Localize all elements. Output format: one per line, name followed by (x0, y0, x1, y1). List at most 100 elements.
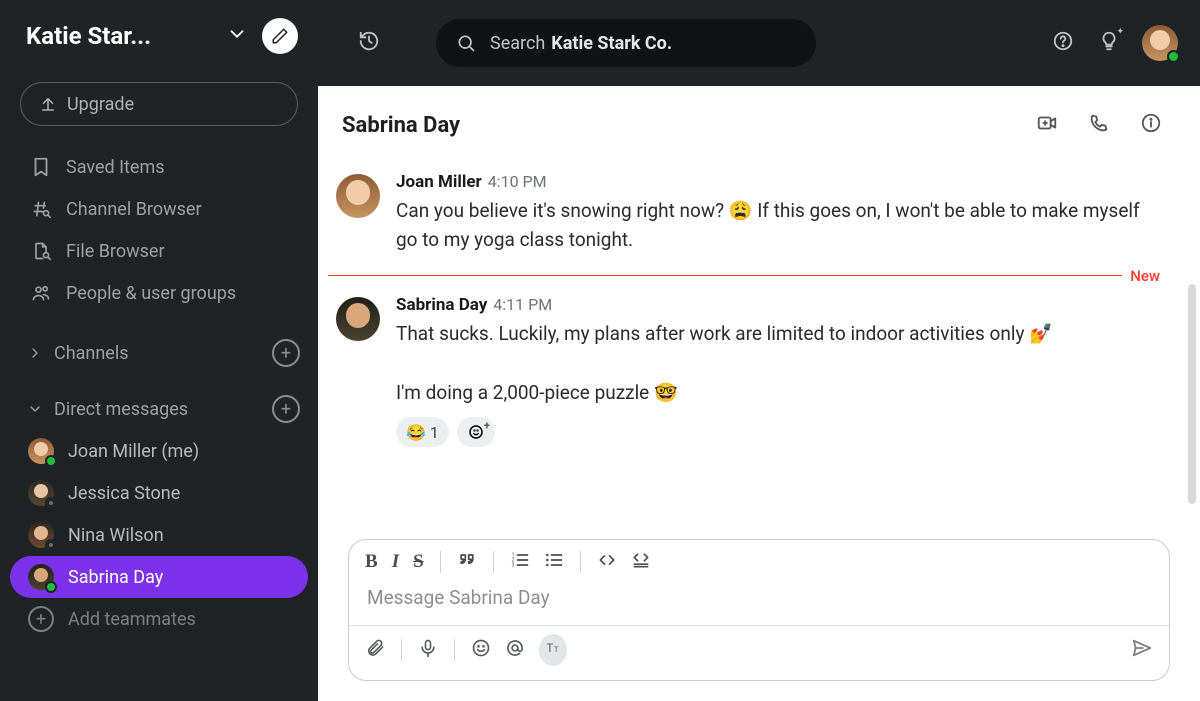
send-icon (1131, 637, 1153, 659)
sidebar-nav: Saved Items Channel Browser File Browser… (0, 144, 318, 332)
ordered-list-button[interactable]: 123 (510, 550, 530, 574)
message-list: Joan Miller4:10 PMCan you believe it's s… (318, 164, 1200, 529)
nav-saved-items[interactable]: Saved Items (0, 146, 318, 188)
phone-icon (1088, 112, 1110, 134)
message-author: Joan Miller (396, 172, 482, 192)
message: Sabrina Day 4:11 PM That sucks. Luckily, m… (328, 287, 1160, 455)
nav-label: Channel Browser (66, 199, 202, 220)
new-message-button[interactable] (262, 18, 298, 54)
conversation-header: Sabrina Day (318, 86, 1200, 164)
message-composer: B I S 123 Message Sabrina Day TT (348, 539, 1170, 681)
topbar: Search Katie Stark Co. ✦ (318, 0, 1200, 86)
channels-section[interactable]: Channels + (0, 332, 318, 374)
message-input[interactable]: Message Sabrina Day (349, 580, 1169, 625)
dm-label: Nina Wilson (68, 525, 164, 546)
paperclip-icon (365, 638, 385, 658)
search-scope: Katie Stark Co. (551, 33, 672, 54)
help-button[interactable] (1052, 30, 1074, 56)
presence-indicator (45, 497, 57, 509)
add-dm-button[interactable]: + (272, 395, 300, 423)
nav-label: File Browser (66, 241, 165, 262)
hash-search-icon (28, 199, 54, 219)
nav-channel-browser[interactable]: Channel Browser (0, 188, 318, 230)
bookmark-icon (28, 156, 54, 178)
add-teammates-label: Add teammates (68, 609, 196, 630)
upgrade-button[interactable]: Upgrade (20, 82, 298, 126)
reactions: 😂 1 + (396, 417, 1140, 447)
reaction-chip[interactable]: 😂 1 (396, 417, 449, 447)
section-label: Direct messages (54, 399, 188, 420)
dm-item[interactable]: Sabrina Day (10, 556, 308, 598)
italic-button[interactable]: I (392, 551, 399, 573)
workspace-switcher[interactable]: Katie Star... (0, 0, 318, 72)
message: Joan Miller4:10 PMCan you believe it's s… (328, 164, 1160, 263)
dm-item[interactable]: Nina Wilson (0, 514, 318, 556)
voice-button[interactable] (418, 638, 438, 662)
dm-label: Joan Miller (me) (68, 441, 199, 462)
bullet-list-button[interactable] (544, 550, 564, 574)
sidebar: Katie Star... Upgrade Saved Items Channe… (0, 0, 318, 701)
at-icon (505, 638, 525, 658)
search-prompt: Search (490, 33, 545, 54)
file-search-icon (28, 241, 54, 261)
nav-file-browser[interactable]: File Browser (0, 230, 318, 272)
attach-button[interactable] (365, 638, 385, 662)
presence-indicator (1167, 50, 1180, 63)
avatar (336, 297, 380, 341)
chevron-down-icon (24, 401, 46, 417)
add-reaction-button[interactable]: + (457, 417, 495, 447)
emoji-button[interactable] (471, 638, 491, 662)
bold-button[interactable]: B (365, 551, 378, 573)
new-label: New (1130, 267, 1160, 285)
user-avatar[interactable] (1142, 25, 1178, 61)
avatar (28, 522, 54, 548)
nav-label: Saved Items (66, 157, 165, 178)
upload-icon (39, 95, 57, 113)
search-input[interactable]: Search Katie Stark Co. (436, 19, 816, 67)
whats-new-button[interactable]: ✦ (1098, 30, 1120, 56)
video-icon (1036, 112, 1058, 134)
chevron-right-icon (24, 345, 46, 361)
new-messages-divider: New (328, 267, 1160, 285)
svg-text:3: 3 (511, 563, 514, 569)
dm-item[interactable]: Jessica Stone (0, 472, 318, 514)
message-author: Sabrina Day (396, 295, 487, 315)
dm-label: Jessica Stone (68, 483, 180, 504)
dm-item[interactable]: Joan Miller (me) (0, 430, 318, 472)
plus-icon: + (28, 606, 54, 632)
dm-section[interactable]: Direct messages + (0, 388, 318, 430)
info-button[interactable] (1140, 112, 1162, 138)
add-teammates[interactable]: + Add teammates (0, 598, 318, 640)
presence-indicator (45, 539, 57, 551)
message-time: 4:11 PM (493, 295, 552, 314)
add-channel-button[interactable]: + (272, 339, 300, 367)
message-text: That sucks. Luckily, my plans after work… (396, 319, 1140, 407)
smile-icon (471, 638, 491, 658)
phone-call-button[interactable] (1088, 112, 1110, 138)
chevron-down-icon (226, 23, 248, 49)
formatting-toggle[interactable]: TT (539, 634, 567, 666)
quote-button[interactable] (457, 550, 477, 574)
section-label: Channels (54, 343, 129, 364)
strike-button[interactable]: S (413, 551, 424, 573)
attach-toolbar: TT (349, 625, 1169, 680)
main-panel: Search Katie Stark Co. ✦ Sabrina Day Joa… (318, 0, 1200, 701)
send-button[interactable] (1131, 637, 1153, 663)
presence-indicator (45, 455, 57, 467)
smile-icon (467, 423, 485, 441)
history-button[interactable] (358, 30, 380, 56)
upgrade-label: Upgrade (67, 94, 134, 115)
mic-icon (418, 638, 438, 658)
scrollbar[interactable] (1188, 284, 1196, 504)
mention-button[interactable] (505, 638, 525, 662)
help-icon (1052, 30, 1074, 52)
conversation-title: Sabrina Day (342, 113, 460, 138)
dm-list: Joan Miller (me) Jessica Stone Nina Wilson… (0, 430, 318, 598)
history-icon (358, 30, 380, 52)
dm-label: Sabrina Day (68, 567, 163, 588)
video-call-button[interactable] (1036, 112, 1058, 138)
code-block-button[interactable] (631, 550, 651, 574)
code-button[interactable] (597, 550, 617, 574)
workspace-name: Katie Star... (26, 22, 226, 50)
nav-people[interactable]: People & user groups (0, 272, 318, 314)
